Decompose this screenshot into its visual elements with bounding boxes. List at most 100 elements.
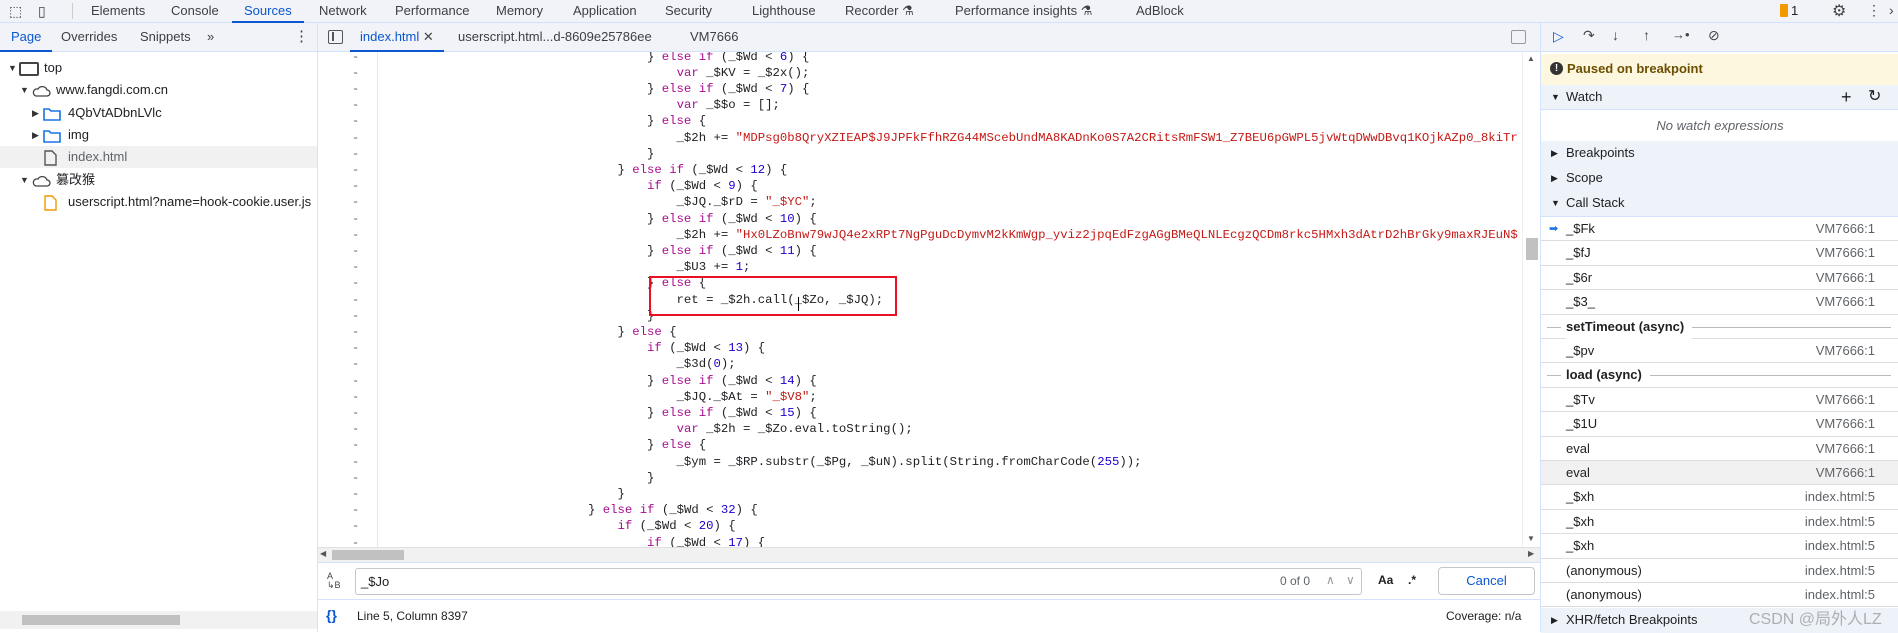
collapse-arrow-icon[interactable]: ▼ [8,57,17,79]
call-frame[interactable]: _$xh index.html:5 [1541,534,1898,559]
inspect-element-icon[interactable]: ⬚ [9,3,22,20]
expand-arrow-icon[interactable]: ▶ [32,124,39,146]
line-number[interactable]: - [352,130,359,146]
line-number[interactable]: - [352,486,359,502]
add-watch-icon[interactable]: + [1841,85,1852,109]
scrollbar-thumb[interactable] [1526,238,1538,260]
tree-item[interactable]: ▶ 4QbVtADbnLVlc [0,102,317,124]
call-frame[interactable]: _$xh index.html:5 [1541,485,1898,510]
call-frame[interactable]: _$pv VM7666:1 [1541,339,1898,364]
code-editor[interactable]: } else if (_$Wd < 6) { var _$KV = _$2x()… [378,52,1522,547]
call-frame[interactable]: (anonymous) index.html:5 [1541,583,1898,608]
collapse-arrow-icon[interactable]: ▼ [20,169,29,191]
line-number[interactable]: - [352,454,359,470]
line-number[interactable]: - [352,340,359,356]
toggle-navigator-icon[interactable] [328,30,343,44]
line-number[interactable]: - [352,373,359,389]
scrollbar-thumb[interactable] [332,550,404,560]
next-match-icon[interactable]: ∨ [1346,573,1355,587]
match-case-button[interactable]: Aa [1378,573,1393,587]
line-number[interactable]: - [352,259,359,275]
call-frame[interactable]: _$Tv VM7666:1 [1541,388,1898,413]
call-frame[interactable]: eval VM7666:1 [1541,437,1898,461]
line-number[interactable]: - [352,146,359,162]
watch-section-header[interactable]: ▼ Watch + ↻ [1541,85,1898,110]
tab-page[interactable]: Page [0,23,53,52]
line-number[interactable]: - [352,194,359,210]
line-number[interactable]: - [352,113,359,129]
line-number[interactable]: - [352,292,359,308]
frame-location[interactable]: VM7666:1 [1816,339,1875,363]
tab-recorder[interactable]: Recorder ⚗ [845,0,914,23]
frame-location[interactable]: index.html:5 [1805,559,1875,583]
resume-icon[interactable]: ▷ [1553,28,1564,45]
line-number[interactable]: - [352,65,359,81]
tab-performance-insights[interactable]: Performance insights ⚗ [955,0,1092,23]
gear-icon[interactable]: ⚙ [1832,1,1846,21]
breakpoints-section-header[interactable]: ▶ Breakpoints [1541,141,1898,166]
tree-item[interactable]: index.html [0,146,317,169]
line-number[interactable]: - [352,518,359,534]
tab-memory[interactable]: Memory [496,0,543,23]
call-frame[interactable]: ➡ _$Fk VM7666:1 [1541,217,1898,242]
frame-location[interactable]: index.html:5 [1805,485,1875,509]
call-frame[interactable]: (anonymous) index.html:5 [1541,559,1898,583]
issues-count[interactable]: 1 [1791,3,1798,18]
step-out-icon[interactable]: ↑ [1643,27,1650,43]
deactivate-breakpoints-icon[interactable]: ⊘ [1708,27,1720,44]
tab-application[interactable]: Application [573,0,637,23]
more-tabs-chevron-icon[interactable]: » [207,23,214,52]
line-number[interactable]: - [352,502,359,518]
previous-match-icon[interactable]: ∧ [1326,573,1335,587]
call-frame[interactable]: _$1U VM7666:1 [1541,412,1898,437]
line-number[interactable]: - [352,389,359,405]
scroll-left-icon[interactable]: ◀ [320,549,326,558]
call-frame[interactable]: _$3_ VM7666:1 [1541,290,1898,315]
tab-overrides[interactable]: Overrides [61,23,117,52]
line-number[interactable]: - [352,405,359,421]
tab-security[interactable]: Security [665,0,712,23]
tab-snippets[interactable]: Snippets [140,23,191,52]
scroll-up-icon[interactable]: ▲ [1527,54,1535,63]
tab-performance[interactable]: Performance [395,0,469,23]
tab-userscript[interactable]: userscript.html...d-8609e25786ee [458,23,652,52]
frame-location[interactable]: VM7666:1 [1816,461,1875,485]
tree-item[interactable]: ▼ 篡改猴 [0,169,317,191]
tab-lighthouse[interactable]: Lighthouse [752,0,816,23]
close-tab-icon[interactable]: ✕ [423,29,434,44]
step-over-icon[interactable]: ↷ [1583,27,1595,44]
toggle-debugger-icon[interactable] [1511,30,1526,44]
tab-vm7666[interactable]: VM7666 [690,23,738,52]
tab-console[interactable]: Console [171,0,219,23]
tree-item[interactable]: userscript.html?name=hook-cookie.user.js [0,191,317,213]
frame-location[interactable]: index.html:5 [1805,583,1875,607]
call-frame[interactable]: _$6r VM7666:1 [1541,266,1898,291]
tree-item[interactable]: ▼ www.fangdi.com.cn [0,79,317,101]
scope-section-header[interactable]: ▶ Scope [1541,166,1898,191]
scroll-right-icon[interactable]: ▶ [1528,549,1534,558]
line-number[interactable]: - [352,227,359,243]
line-number[interactable]: - [352,211,359,227]
frame-location[interactable]: VM7666:1 [1816,241,1875,265]
more-options-icon[interactable]: ⋮ [294,23,309,52]
more-options-icon[interactable]: ⋮ [1867,2,1881,19]
frame-location[interactable]: VM7666:1 [1816,437,1875,461]
frame-location[interactable]: index.html:5 [1805,510,1875,534]
tab-index-html[interactable]: index.html ✕ [350,23,444,52]
tab-network[interactable]: Network [319,0,367,23]
refresh-icon[interactable]: ↻ [1868,85,1881,109]
close-icon[interactable]: › [1889,2,1894,18]
line-number[interactable]: - [352,97,359,113]
line-number[interactable]: - [352,324,359,340]
line-number[interactable]: - [352,162,359,178]
horizontal-scrollbar[interactable] [0,611,317,629]
line-number[interactable]: - [352,437,359,453]
line-number[interactable]: - [352,275,359,291]
frame-location[interactable]: index.html:5 [1805,534,1875,558]
tree-item[interactable]: ▼ top [0,57,317,79]
replace-toggle-icon[interactable]: A ↳B [327,572,341,590]
frame-location[interactable]: VM7666:1 [1816,217,1875,241]
line-number[interactable]: - [352,421,359,437]
frame-location[interactable]: VM7666:1 [1816,412,1875,436]
tab-elements[interactable]: Elements [91,0,145,23]
